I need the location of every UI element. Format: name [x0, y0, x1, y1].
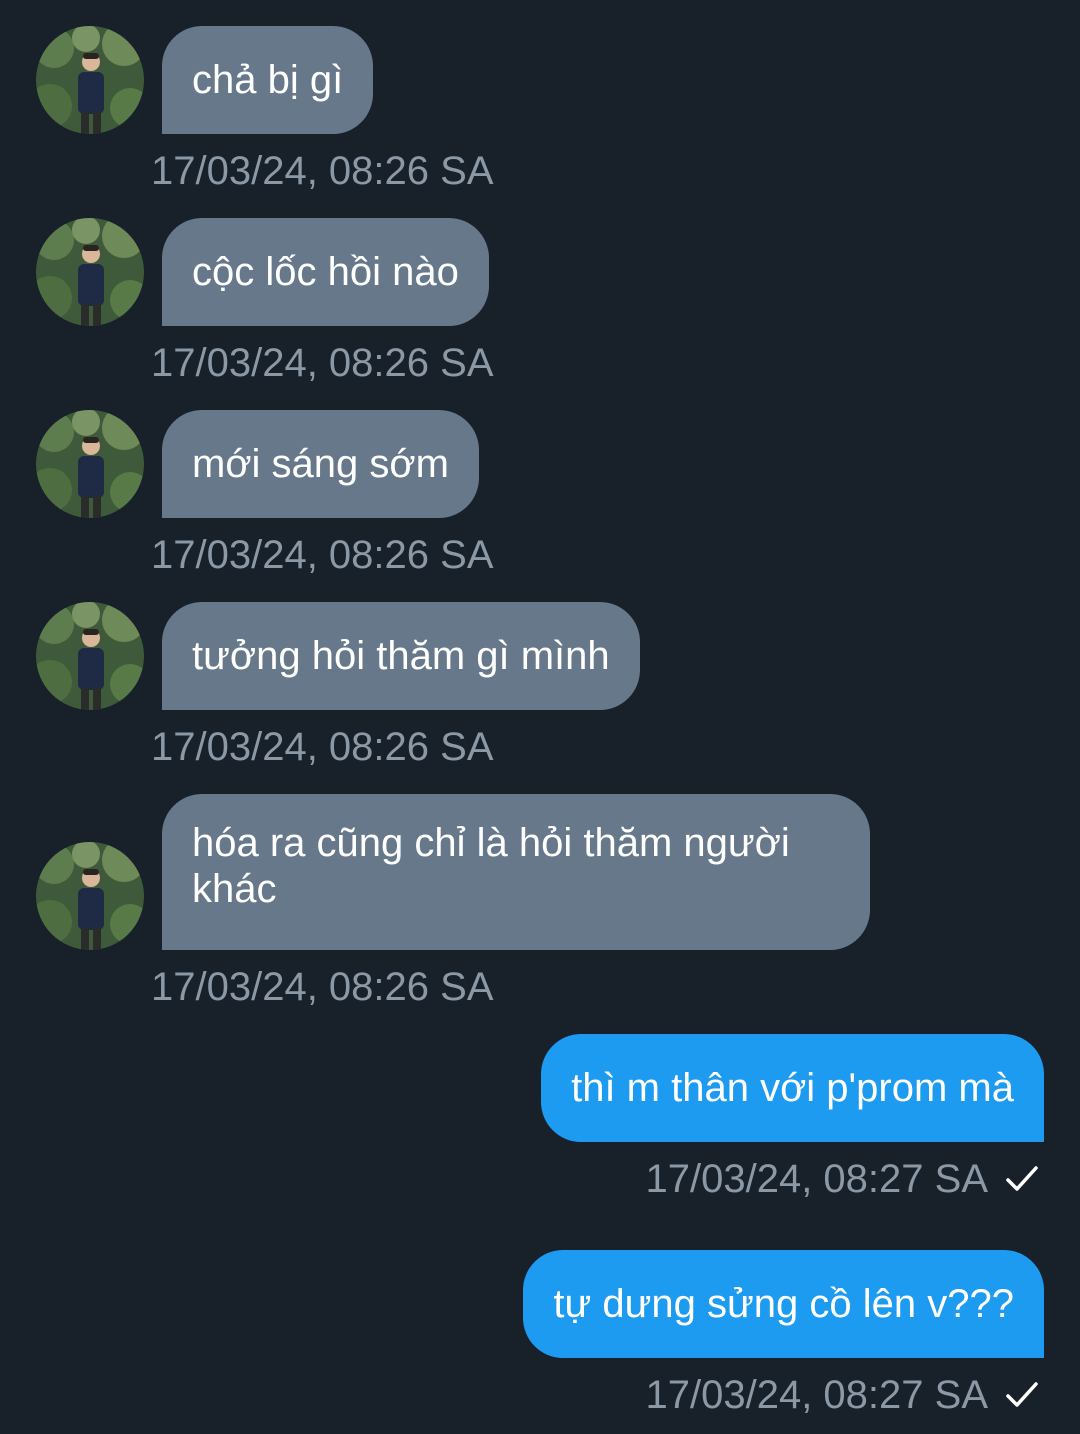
message-bubble[interactable]: chả bị gì	[162, 26, 374, 134]
message-bubble[interactable]: mới sáng sớm	[162, 410, 479, 518]
avatar[interactable]	[36, 26, 144, 134]
avatar-image	[36, 26, 144, 134]
message-bubble[interactable]: tự dưng sửng cồ lên v???	[523, 1250, 1044, 1358]
message-timestamp: 17/03/24, 08:26 SA	[151, 725, 494, 769]
message-bubble[interactable]: tưởng hỏi thăm gì mình	[162, 602, 640, 710]
sent-checkmark-icon	[1006, 1166, 1038, 1191]
avatar[interactable]	[36, 410, 144, 518]
avatar-image	[36, 602, 144, 710]
avatar-image	[36, 842, 144, 950]
avatar[interactable]	[36, 842, 144, 950]
message-bubble[interactable]: thì m thân với p'prom mà	[541, 1034, 1044, 1142]
message-timestamp: 17/03/24, 08:26 SA	[151, 533, 494, 577]
message-timestamp: 17/03/24, 08:27 SA	[645, 1157, 989, 1201]
message-timestamp: 17/03/24, 08:26 SA	[151, 341, 494, 385]
message-bubble[interactable]: cộc lốc hồi nào	[162, 218, 489, 326]
message-timestamp: 17/03/24, 08:27 SA	[645, 1373, 989, 1417]
avatar-image	[36, 218, 144, 326]
sent-checkmark-icon	[1006, 1382, 1038, 1407]
avatar[interactable]	[36, 218, 144, 326]
message-timestamp: 17/03/24, 08:26 SA	[151, 965, 494, 1009]
avatar[interactable]	[36, 602, 144, 710]
avatar-image	[36, 410, 144, 518]
message-timestamp: 17/03/24, 08:26 SA	[151, 149, 494, 193]
message-bubble[interactable]: hóa ra cũng chỉ là hỏi thăm người khác	[162, 794, 870, 950]
